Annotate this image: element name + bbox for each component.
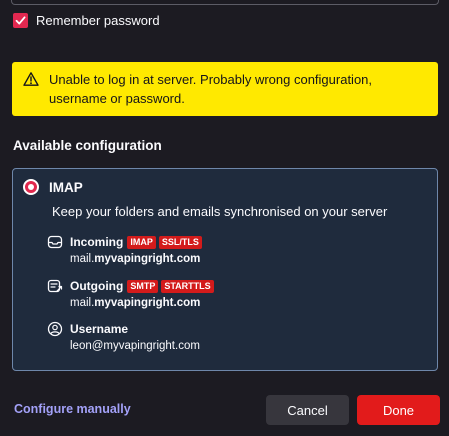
outgoing-server-detail: Outgoing SMTP STARTTLS mail.myvapingrigh… <box>47 278 217 309</box>
inbox-icon <box>47 235 63 249</box>
checkmark-icon <box>15 16 26 25</box>
incoming-security-badge: SSL/TLS <box>158 235 202 249</box>
account-setup-page: Remember password Unable to log in at se… <box>0 0 449 436</box>
username-detail: Username leon@myvapingright.com <box>47 321 200 352</box>
remember-password-row[interactable]: Remember password <box>13 13 160 28</box>
incoming-protocol-badge: IMAP <box>127 235 156 249</box>
warning-message: Unable to log in at server. Probably wro… <box>49 72 373 106</box>
password-field[interactable] <box>11 0 439 5</box>
warning-triangle-icon <box>23 72 39 86</box>
imap-configuration-card[interactable]: IMAP Keep your folders and emails synchr… <box>12 168 438 371</box>
username-label: Username <box>70 322 129 336</box>
radio-selected-dot <box>28 184 34 190</box>
done-button[interactable]: Done <box>357 395 440 425</box>
username-value: leon@myvapingright.com <box>70 340 200 352</box>
protocol-name: IMAP <box>49 180 83 195</box>
incoming-label: Incoming <box>70 235 124 249</box>
outgoing-protocol-badge: SMTP <box>127 279 159 293</box>
outgoing-security-badge: STARTTLS <box>161 279 214 293</box>
imap-radio-button[interactable] <box>23 179 39 195</box>
configure-manually-link[interactable]: Configure manually <box>14 402 131 416</box>
outgoing-label: Outgoing <box>70 279 124 293</box>
remember-password-label: Remember password <box>36 13 160 28</box>
remember-password-checkbox[interactable] <box>13 13 28 28</box>
outgoing-host: mail.myvapingright.com <box>70 297 201 309</box>
login-error-notification: Unable to log in at server. Probably wro… <box>12 62 438 116</box>
protocol-description: Keep your folders and emails synchronise… <box>52 204 388 219</box>
available-configuration-heading: Available configuration <box>13 138 162 153</box>
user-icon <box>47 321 63 337</box>
cancel-button[interactable]: Cancel <box>266 395 349 425</box>
incoming-host: mail.myvapingright.com <box>70 253 201 265</box>
incoming-server-detail: Incoming IMAP SSL/TLS mail.myvapingright… <box>47 234 205 265</box>
outbox-icon <box>47 279 63 293</box>
